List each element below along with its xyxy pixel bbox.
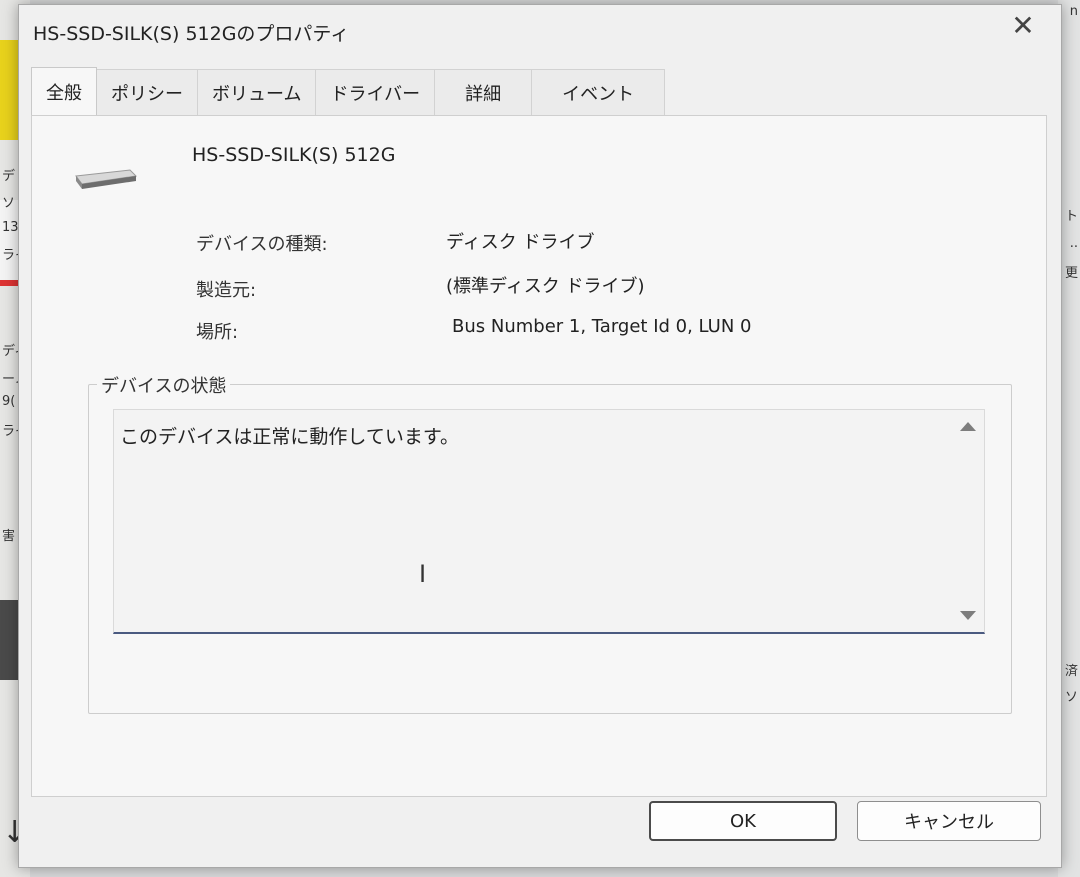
window-title: HS-SSD-SILK(S) 512Gのプロパティ (33, 23, 350, 45)
background-text: ト (1064, 209, 1078, 224)
close-icon: ✕ (1011, 8, 1035, 42)
device-status-textbox[interactable]: このデバイスは正常に動作しています。 I (113, 409, 985, 634)
tab-events[interactable]: イベント (531, 69, 666, 116)
background-text: n (1069, 4, 1078, 19)
scroll-up-arrow-icon[interactable] (960, 422, 976, 431)
scroll-down-arrow-icon[interactable] (960, 611, 976, 620)
ok-button[interactable]: OK (649, 801, 837, 841)
device-status-text: このデバイスは正常に動作しています。 (120, 426, 459, 448)
text-cursor-icon: I (419, 560, 427, 588)
tab-label: ドライバー (330, 84, 421, 105)
device-name: HS-SSD-SILK(S) 512G (192, 144, 396, 166)
background-text: デ (2, 169, 16, 184)
background-text: 害 (2, 529, 16, 544)
background-text: 9( (2, 394, 16, 409)
device-type-label: デバイスの種類: (196, 234, 328, 255)
general-tab-panel: HS-SSD-SILK(S) 512G デバイスの種類: ディスク ドライブ 製… (31, 115, 1047, 797)
device-status-title: デバイスの状態 (97, 372, 231, 398)
device-status-group: デバイスの状態 このデバイスは正常に動作しています。 I (88, 372, 1012, 714)
drive-icon (75, 169, 138, 189)
properties-dialog: HS-SSD-SILK(S) 512Gのプロパティ ✕ 全般 ポリシー ボリュー… (18, 4, 1062, 868)
background-text: 更 (1064, 266, 1078, 281)
background-text: ソ (1064, 690, 1078, 705)
location-value: Bus Number 1, Target Id 0, LUN 0 (452, 316, 752, 337)
background-text: ソ (2, 196, 16, 211)
status-scrollbar[interactable] (952, 410, 982, 632)
tab-label: 詳細 (465, 84, 502, 105)
device-type-value: ディスク ドライブ (446, 232, 595, 253)
manufacturer-label: 製造元: (196, 280, 257, 301)
location-label: 場所: (196, 322, 239, 343)
close-button[interactable]: ✕ (999, 7, 1047, 43)
tab-driver[interactable]: ドライバー (315, 69, 436, 116)
background-text: .. (1069, 236, 1078, 251)
tab-label: 全般 (46, 83, 82, 104)
tab-policy[interactable]: ポリシー (96, 69, 198, 116)
background-text: 済 (1064, 664, 1078, 679)
title-bar[interactable]: HS-SSD-SILK(S) 512Gのプロパティ ✕ (19, 5, 1061, 59)
tab-label: ボリューム (212, 84, 302, 105)
tab-label: イベント (562, 84, 635, 105)
tab-label: ポリシー (111, 84, 183, 105)
tab-general[interactable]: 全般 (31, 67, 97, 116)
background-text: 13 (2, 220, 19, 235)
cancel-button[interactable]: キャンセル (857, 801, 1041, 841)
manufacturer-value: (標準ディスク ドライブ) (446, 276, 645, 297)
tab-strip: 全般 ポリシー ボリューム ドライバー 詳細 イベント (31, 67, 666, 116)
tab-details[interactable]: 詳細 (434, 69, 533, 116)
tab-volume[interactable]: ボリューム (197, 69, 317, 116)
